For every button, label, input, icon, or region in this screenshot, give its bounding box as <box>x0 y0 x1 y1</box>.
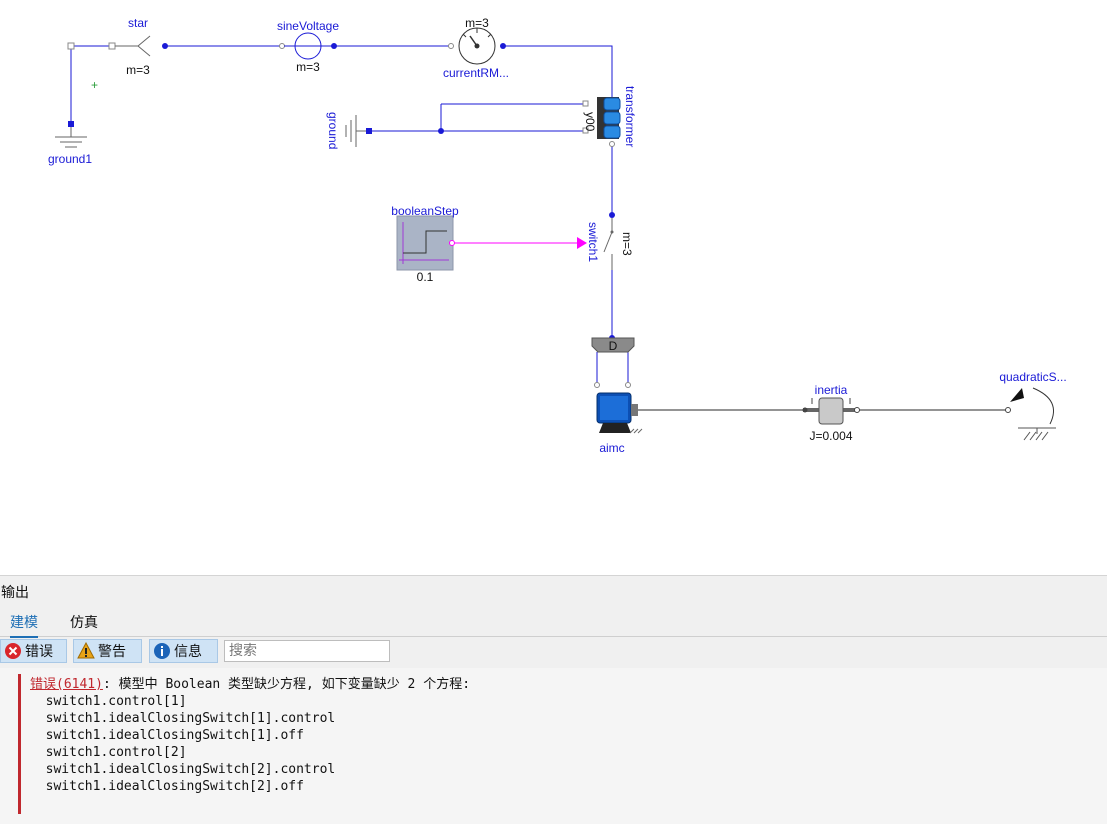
missing-variable: switch1.idealClosingSwitch[2].off <box>45 779 304 794</box>
error-code-link[interactable]: 错误(6141) <box>30 677 103 692</box>
missing-variable: switch1.idealClosingSwitch[2].control <box>45 762 336 777</box>
warning-icon <box>77 642 95 659</box>
sineVoltage-label: sineVoltage <box>277 19 339 33</box>
booleanStep-param: 0.1 <box>417 270 434 284</box>
ground-label: ground <box>326 112 340 149</box>
junction-dots <box>162 43 631 345</box>
quadraticSpeed-label: quadraticS... <box>999 370 1066 384</box>
output-tabs: 建模 仿真 <box>0 608 1107 638</box>
terminalBox-label: D <box>609 339 618 353</box>
quadraticSpeedTorque-component[interactable]: quadraticS... <box>999 370 1067 441</box>
transformer-label: transformer <box>623 86 637 147</box>
errors-filter-label: 错误 <box>25 644 53 660</box>
missing-variable: switch1.control[2] <box>45 745 187 760</box>
switch1-component[interactable]: switch1 m=3 <box>577 218 634 270</box>
tab-simulation[interactable]: 仿真 <box>70 612 98 636</box>
missing-variable: switch1.idealClosingSwitch[1].off <box>45 728 304 743</box>
missing-variable: switch1.idealClosingSwitch[1].control <box>45 711 336 726</box>
tab-modeling[interactable]: 建模 <box>10 612 38 638</box>
diagram-svg: + ground1 star m=3 sineVoltage m=3 m=3 c… <box>48 16 1067 456</box>
message-filter-toolbar: 错误 警告 信息 <box>0 637 1107 667</box>
aimc-motor[interactable]: aimc <box>594 382 643 456</box>
switch1-label: switch1 <box>586 222 600 262</box>
error-icon <box>5 643 21 659</box>
sineVoltage-param: m=3 <box>296 60 320 74</box>
switch1-param: m=3 <box>620 232 634 256</box>
inertia-param: J=0.004 <box>809 429 852 443</box>
warnings-filter-label: 警告 <box>98 644 126 660</box>
warnings-filter-button[interactable]: 警告 <box>73 639 142 663</box>
message-list: 错误(6141): 模型中 Boolean 类型缺少方程, 如下变量缺少 2 个… <box>0 668 1107 824</box>
currentRMS-param: m=3 <box>465 16 489 30</box>
star-label: star <box>128 16 148 30</box>
info-filter-button[interactable]: 信息 <box>149 639 218 663</box>
booleanStep-label: booleanStep <box>391 204 459 218</box>
inertia-label: inertia <box>815 383 848 397</box>
transformer-param: y00 <box>583 112 597 132</box>
ground1-label: ground1 <box>48 152 92 166</box>
errors-filter-button[interactable]: 错误 <box>0 639 67 663</box>
info-filter-label: 信息 <box>174 644 202 660</box>
error-severity-bar <box>18 674 21 814</box>
ground-component[interactable]: ground <box>326 112 372 149</box>
message-search-input[interactable] <box>224 640 390 662</box>
aimc-label: aimc <box>599 441 624 455</box>
currentRMS-sensor[interactable]: m=3 currentRM... <box>443 16 509 80</box>
missing-variable: switch1.control[1] <box>45 694 187 709</box>
output-panel: 输出 建模 仿真 错误 警告 信息 搜索 错误(6141): 模型中 Boole… <box>0 575 1107 824</box>
sineVoltage-component[interactable]: sineVoltage m=3 <box>277 19 339 74</box>
plus-marker: + <box>91 78 98 92</box>
electric-wires <box>70 45 629 385</box>
transformer-component[interactable]: transformer y00 <box>582 86 637 147</box>
currentRMS-label: currentRM... <box>443 66 509 80</box>
booleanStep-component[interactable]: booleanStep 0.1 <box>391 204 459 284</box>
error-description: : 模型中 Boolean 类型缺少方程, 如下变量缺少 2 个方程: <box>102 677 471 692</box>
model-diagram-canvas[interactable]: + ground1 star m=3 sineVoltage m=3 m=3 c… <box>0 0 1107 575</box>
terminalBox-component[interactable]: D <box>591 337 635 353</box>
inertia-component[interactable]: inertia J=0.004 <box>802 383 860 443</box>
star-component[interactable]: star m=3 <box>108 16 151 77</box>
star-param: m=3 <box>126 63 150 77</box>
info-icon <box>154 643 170 659</box>
error-message: 错误(6141): 模型中 Boolean 类型缺少方程, 如下变量缺少 2 个… <box>30 676 470 795</box>
output-title: 输出 <box>1 585 29 601</box>
ground1-component[interactable]: + ground1 <box>48 42 98 166</box>
